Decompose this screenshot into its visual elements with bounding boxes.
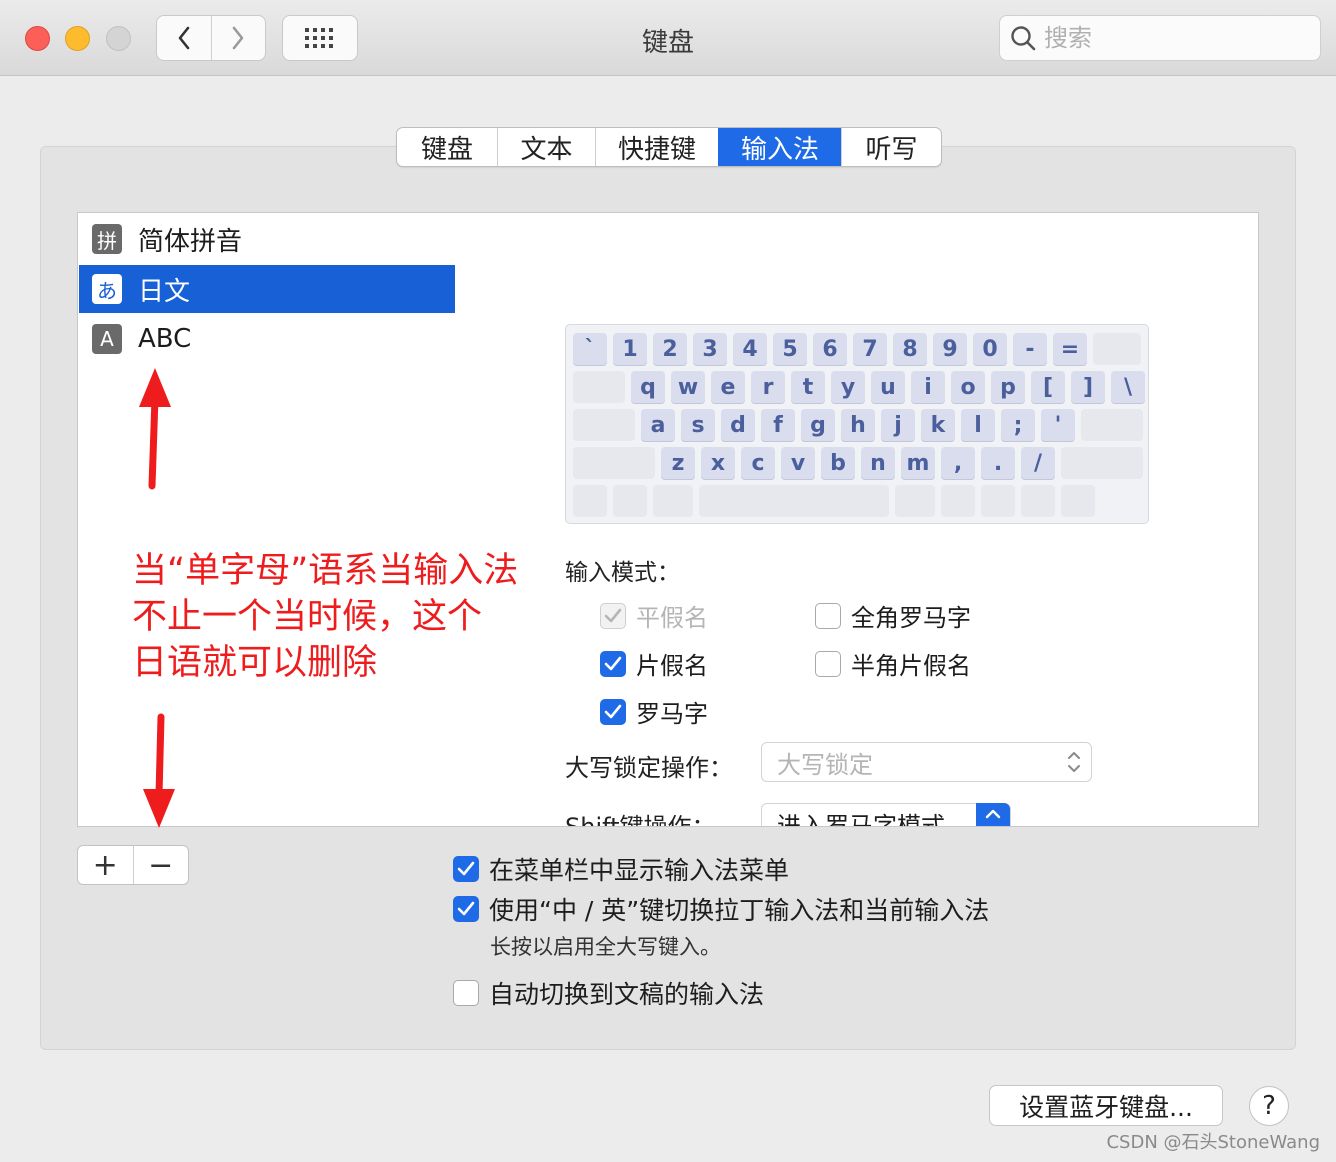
arrow-down-head: [143, 789, 175, 828]
annotation-line: 不止一个当时候，这个: [132, 597, 483, 637]
annotation-line: 当“单字母”语系当输入法: [132, 551, 519, 591]
annotation-line: 日语就可以删除: [132, 643, 378, 683]
arrow-up-shaft: [148, 394, 159, 490]
annotation-text: 当“单字母”语系当输入法 不止一个当时候，这个 日语就可以删除: [132, 548, 592, 686]
arrow-down-shaft: [155, 713, 165, 799]
arrow-up-head: [139, 368, 171, 407]
watermark: CSDN @石头StoneWang: [1106, 1132, 1320, 1153]
